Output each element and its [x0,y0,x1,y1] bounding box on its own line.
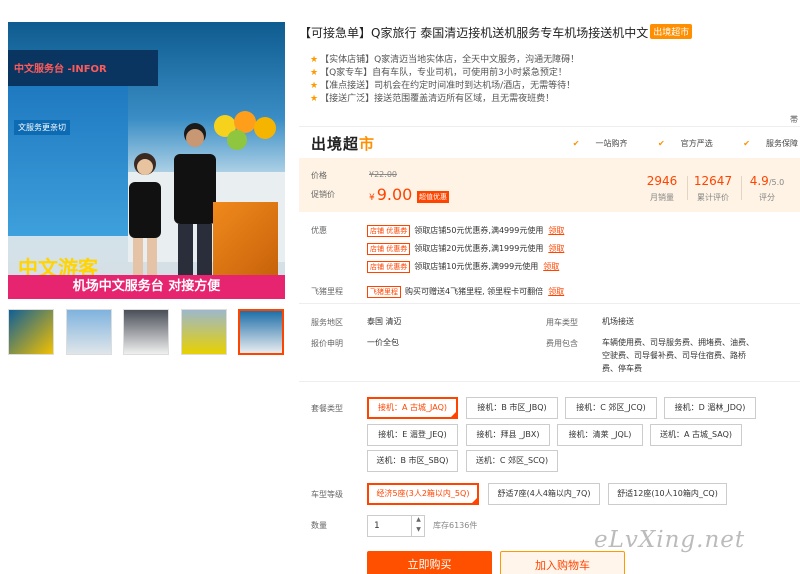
section-divider [299,381,800,382]
thumbnail-2[interactable] [66,309,112,355]
decrease-icon[interactable]: ▼ [412,525,425,535]
chaoshi-bar: 出境超市 ✔ 一站购齐 ✔ 官方严选 ✔ 服务保障 [299,126,800,158]
package-option[interactable]: 接机：E 湄登_JEQ) [367,424,458,446]
package-label: 套餐类型 [311,404,343,413]
increase-icon[interactable]: ▲ [412,515,425,525]
shop-coupon-tag: 店铺 优惠券 [367,261,411,273]
service-tag: ✔ 服务保障 [743,139,798,148]
star-icon: ★ [310,94,319,104]
miles-tag: 飞猪里程 [367,286,401,298]
get-coupon-link[interactable]: 领取 [543,262,559,271]
car-label: 车型等级 [311,490,343,499]
stat-rating: 4.9/5.0 评分 [749,174,785,202]
star-icon: ★ [310,68,319,78]
original-price: ¥22.00 [369,170,397,179]
female-staff-image [129,153,161,286]
add-to-cart-button[interactable]: 加入购物车 [500,551,625,574]
thumbnail-3[interactable] [123,309,169,355]
car-option[interactable]: 舒适12座(10人10箱内_CQ) [608,483,727,505]
quote-value: 一价全包 [367,338,399,347]
stock-text: 库存6136件 [433,521,478,530]
current-price: ¥9.00 [369,185,413,204]
thumbnail-5[interactable] [238,309,284,355]
thumbnail-strip [8,309,285,355]
edge-label: 帯 [790,115,798,124]
quantity-stepper[interactable]: ▲ ▼ [411,515,425,537]
get-miles-link[interactable]: 领取 [548,287,564,296]
usecar-label: 用车类型 [546,318,578,327]
price-label: 价格 [311,171,327,180]
buy-now-button[interactable]: 立即购买 [367,551,492,574]
feature-list: ★ 【实体店铺】Q家清迈当地实体店，全天中文服务，沟通无障碍！ ★ 【Q家专车】自有… [310,54,579,106]
usecar-value: 机场接送 [602,317,634,326]
car-option[interactable]: 舒适7座(4人4箱以内_7Q) [488,483,600,505]
thumbnail-4[interactable] [181,309,227,355]
feature-item: ★ 【准点接送】司机会在约定时间准时到达机场/酒店，无需等待！ [310,81,576,91]
quantity-label: 数量 [311,521,327,530]
coupon-row: 店铺 优惠券 领取店铺20元优惠券,满1999元使用 领取 [367,243,564,255]
blue-wall-panel [8,86,128,236]
package-option[interactable]: 送机：C 郊区_SCQ) [466,450,558,472]
stat-monthly-sales: 2946 月销量 [646,174,678,202]
area-label: 服务地区 [311,318,343,327]
star-icon: ★ [310,81,319,91]
stat-reviews[interactable]: 12647 累计评价 [688,174,738,203]
section-divider [299,303,800,304]
service-tag: ✔ 一站购齐 [572,139,628,148]
package-option[interactable]: 送机：A 古城_SAQ) [650,424,742,446]
coupon-row: 店铺 优惠券 领取店铺10元优惠券,满999元使用 领取 [367,261,559,273]
promo-tag: 超值优惠 [417,191,449,203]
photo-banner: 机场中文服务台 对接方便 [8,275,285,299]
package-option[interactable]: 接机：清莱 _JQL) [557,424,643,446]
feature-item: ★ 【实体店铺】Q家清迈当地实体店，全天中文服务，沟通无障碍！ [310,55,580,65]
service-tags: ✔ 一站购齐 ✔ 官方严选 ✔ 服务保障 [545,138,798,149]
promo-label: 优惠 [311,226,327,235]
check-icon: ✔ [658,139,665,148]
miles-label: 飞猪里程 [311,287,343,296]
thumbnail-1[interactable] [8,309,54,355]
get-coupon-link[interactable]: 领取 [548,244,564,253]
package-option[interactable]: 送机：B 市区_SBQ) [367,450,458,472]
package-option[interactable]: 接机：拜县 _JBX) [466,424,550,446]
price-box: 价格 ¥22.00 促销价 ¥9.00 超值优惠 2946 月销量 12647 累计… [299,158,800,212]
miles-row: 飞猪里程 购买可赠送4飞猪里程, 领里程卡可翻倍 领取 [367,286,564,298]
main-product-photo[interactable]: 中文服务台 -INFOR 文服务更亲切 中文游客 机场中文服务台 对接方便 [8,22,285,299]
service-tag: ✔ 官方严选 [658,139,713,148]
package-option[interactable]: 接机：C 郊区_JCQ) [565,397,657,419]
package-option[interactable]: 接机：B 市区_JBQ) [466,397,558,419]
coupon-row: 店铺 优惠券 领取店铺50元优惠券,满4999元使用 领取 [367,225,564,237]
check-icon: ✔ [743,139,750,148]
car-option[interactable]: 经济5座(3人2箱以内_5Q) [367,483,479,505]
title-badge: 出境超市 [650,24,693,39]
feature-item: ★ 【Q家专车】自有车队，专业司机，可使用前3小时紧急预定！ [310,68,567,78]
area-value: 泰国 清迈 [367,317,402,326]
quote-label: 报价申明 [311,339,343,348]
chaoshi-logo[interactable]: 出境超市 [311,133,375,154]
product-title: 【可接急单】Q家旅行 泰国清迈接机送机服务专车机场接送机中文 出境超市 [299,24,693,41]
service-label: 文服务更亲切 [14,120,70,135]
shop-coupon-tag: 店铺 优惠券 [367,225,411,237]
star-icon: ★ [310,55,319,65]
check-icon: ✔ [572,139,580,148]
promo-price-label: 促销价 [311,190,335,199]
package-option[interactable]: 接机：D 湄林_JDQ) [664,397,756,419]
feature-item: ★ 【接送广泛】接送范围覆盖清迈所有区域，且无需夜班费！ [310,94,555,104]
get-coupon-link[interactable]: 领取 [548,226,564,235]
product-title-text: 【可接急单】Q家旅行 泰国清迈接机送机服务专车机场接送机中文 [299,26,649,40]
cost-label: 费用包含 [546,339,578,348]
package-option[interactable]: 接机：A 古城_JAQ) [367,397,458,419]
cost-value: 车辆使用费、司导服务费、拥堵费、油费、 空驶费、司导餐补费、司导住宿费、路桥 费、停… [602,338,754,373]
shop-coupon-tag: 店铺 优惠券 [367,243,411,255]
counter-sign: 中文服务台 -INFOR [8,50,158,86]
watermark: eLvXing.net [594,527,746,553]
